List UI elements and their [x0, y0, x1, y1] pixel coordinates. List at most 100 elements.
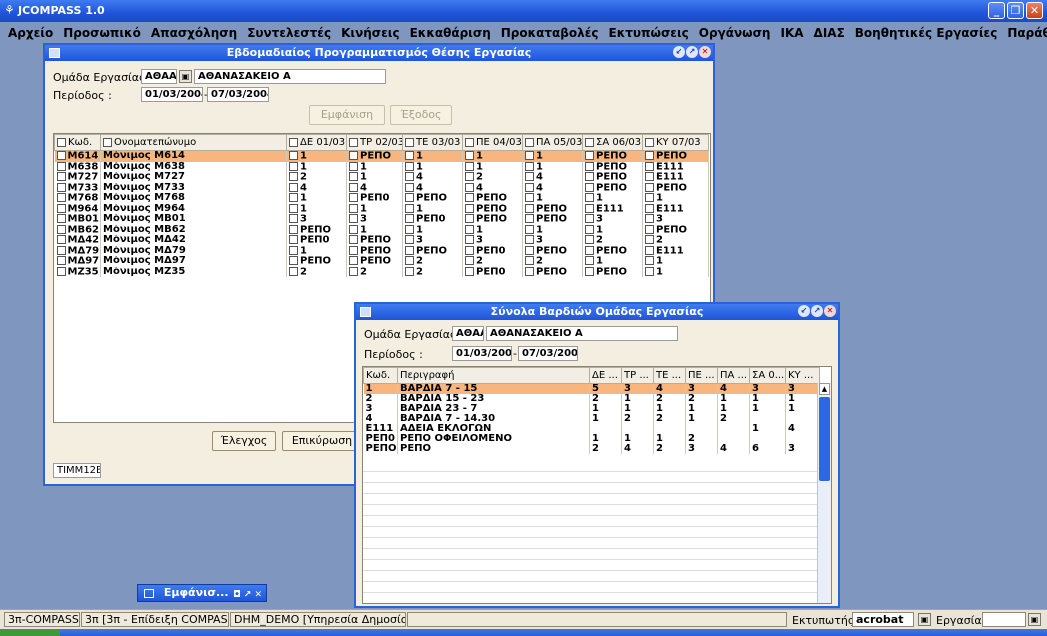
table-cell[interactable]: 2: [286, 266, 347, 277]
checkbox-icon[interactable]: [465, 256, 474, 265]
menu-item-3[interactable]: Συντελεστές: [247, 26, 331, 40]
table-cell[interactable]: Μόνιμος Μ964: [100, 203, 287, 214]
checkbox-icon[interactable]: [465, 182, 474, 192]
table-cell[interactable]: ΡΕΠΟ: [346, 235, 403, 246]
column-header[interactable]: ΤΡ ...: [621, 367, 654, 384]
checkbox-icon[interactable]: [349, 224, 358, 234]
column-header[interactable]: ΠΑ 05/03: [522, 134, 583, 151]
table-cell[interactable]: 4: [402, 172, 463, 183]
checkbox-icon[interactable]: [585, 182, 594, 192]
table-cell[interactable]: ΡΕΠΟ: [582, 161, 643, 172]
column-header[interactable]: ΠΕ ...: [685, 367, 718, 384]
checkbox-icon[interactable]: [465, 224, 474, 234]
table-cell[interactable]: Μ768: [54, 193, 101, 204]
table-cell[interactable]: 2: [522, 256, 583, 267]
menu-item-7[interactable]: Εκτυπώσεις: [609, 26, 689, 40]
table-cell[interactable]: 1: [653, 404, 686, 414]
table-cell[interactable]: ΡΕΠΟ: [346, 256, 403, 267]
column-header[interactable]: ΤΕ 03/03: [402, 134, 463, 151]
checkbox-icon[interactable]: [349, 182, 358, 192]
checkbox-icon[interactable]: [349, 214, 358, 223]
menu-item-6[interactable]: Προκαταβολές: [501, 26, 599, 40]
checkbox-icon[interactable]: [585, 151, 594, 160]
table-cell[interactable]: 5: [589, 383, 622, 394]
table-row[interactable]: ΜΔ42 Μόνιμος ΜΔ42 ΡΕΠ0 ΡΕΠΟ 3 3 3 2 2: [54, 235, 709, 246]
checkbox-icon[interactable]: [56, 182, 66, 192]
checkbox-icon[interactable]: [645, 235, 654, 244]
table-cell[interactable]: 3: [642, 214, 709, 225]
table-cell[interactable]: 2: [363, 394, 398, 404]
table-cell[interactable]: 2: [621, 414, 654, 424]
table-cell[interactable]: ΒΑΡΔΙΑ 7 - 15: [397, 383, 590, 394]
checkbox-icon[interactable]: [405, 172, 414, 181]
menu-item-0[interactable]: Αρχείο: [8, 26, 53, 40]
table-cell[interactable]: ΡΕΠΟ: [642, 150, 709, 162]
close-icon[interactable]: ✕: [824, 305, 836, 317]
table-row[interactable]: ΜΖ35 Μόνιμος ΜΖ35 2 2 2 ΡΕΠ0 ΡΕΠΟ ΡΕΠΟ 1: [54, 266, 709, 277]
table-cell[interactable]: 3: [402, 235, 463, 246]
table-cell[interactable]: 3: [685, 383, 718, 394]
table-cell[interactable]: 4: [717, 383, 750, 394]
maximize-icon[interactable]: ↗: [811, 305, 823, 317]
table-cell[interactable]: 1: [653, 434, 686, 444]
table-cell[interactable]: ΡΕΠ0: [346, 193, 403, 204]
checkbox-icon[interactable]: [465, 235, 474, 244]
checkbox-icon[interactable]: [585, 256, 594, 265]
checkbox-icon[interactable]: [465, 151, 474, 160]
table-row[interactable]: ΜΒ01 Μόνιμος ΜΒ01 3 3 ΡΕΠ0 ΡΕΠΟ ΡΕΠΟ 3 3: [54, 214, 709, 225]
start-button[interactable]: [0, 629, 60, 636]
checkbox-icon[interactable]: [349, 151, 358, 160]
checkbox-icon[interactable]: [349, 245, 358, 255]
table-cell[interactable]: Ε111: [582, 203, 643, 214]
table-cell[interactable]: 1: [522, 193, 583, 204]
checkbox-icon[interactable]: [645, 203, 654, 213]
checkbox-icon[interactable]: [645, 182, 654, 192]
checkbox-icon[interactable]: [585, 203, 594, 213]
table-cell[interactable]: 1: [685, 404, 718, 414]
table-cell[interactable]: 2: [582, 235, 643, 246]
shift-totals-title-bar[interactable]: Σύνολα Βαρδιών Ομάδας Εργασίας ↙ ↗ ✕: [356, 304, 838, 320]
checkbox-icon[interactable]: [645, 172, 654, 181]
table-cell[interactable]: [785, 434, 820, 444]
table-cell[interactable]: 1: [621, 394, 654, 404]
minimized-window[interactable]: Εμφάνισ... ◘ ↗ ✕: [137, 584, 267, 602]
table-cell[interactable]: 3: [785, 383, 820, 394]
minimize-button[interactable]: _: [988, 2, 1005, 19]
checkbox-icon[interactable]: [289, 235, 298, 244]
checkbox-icon[interactable]: [56, 224, 66, 234]
checkbox-icon[interactable]: [585, 224, 594, 234]
checkbox-icon[interactable]: [57, 137, 66, 147]
checkbox-icon[interactable]: [465, 266, 474, 276]
column-header[interactable]: ΔΕ 01/03: [286, 134, 347, 151]
maximize-icon[interactable]: ↗: [686, 46, 698, 58]
table-cell[interactable]: Μόνιμος Μ727: [100, 172, 287, 183]
table-cell[interactable]: 2: [402, 256, 463, 267]
table-cell[interactable]: 3: [346, 214, 403, 225]
table-cell[interactable]: ΡΕΠΟ: [462, 214, 523, 225]
table-cell[interactable]: 1: [363, 383, 398, 394]
checkbox-icon[interactable]: [289, 203, 298, 213]
table-cell[interactable]: ΜΒ01: [54, 214, 101, 225]
checkbox-icon[interactable]: [465, 172, 474, 181]
table-cell[interactable]: ΡΕΠ0: [402, 214, 463, 225]
checkbox-icon[interactable]: [525, 172, 534, 181]
table-cell[interactable]: Ε111: [642, 203, 709, 214]
table-cell[interactable]: ΜΔ97: [54, 256, 101, 267]
checkbox-icon[interactable]: [645, 193, 654, 202]
table-cell[interactable]: ΡΕΠΟ: [582, 150, 643, 162]
column-header[interactable]: ΤΕ ...: [653, 367, 686, 384]
table-cell[interactable]: Μόνιμος ΜΒ01: [100, 214, 287, 225]
table-cell[interactable]: Μόνιμος Μ638: [100, 161, 287, 172]
checkbox-icon[interactable]: [585, 214, 594, 223]
scroll-up-icon[interactable]: ▲: [819, 383, 830, 395]
menu-item-1[interactable]: Προσωπικό: [63, 26, 141, 40]
table-cell[interactable]: 1: [749, 404, 786, 414]
job-field[interactable]: [982, 612, 1026, 627]
checkbox-icon[interactable]: [645, 224, 654, 234]
column-header[interactable]: ΠΕ 04/03: [462, 134, 523, 151]
checkbox-icon[interactable]: [289, 245, 298, 255]
menu-item-11[interactable]: Βοηθητικές Εργασίες: [855, 26, 998, 40]
table-cell[interactable]: 1: [621, 404, 654, 414]
checkbox-icon[interactable]: [525, 266, 534, 276]
checkbox-icon[interactable]: [56, 256, 66, 265]
